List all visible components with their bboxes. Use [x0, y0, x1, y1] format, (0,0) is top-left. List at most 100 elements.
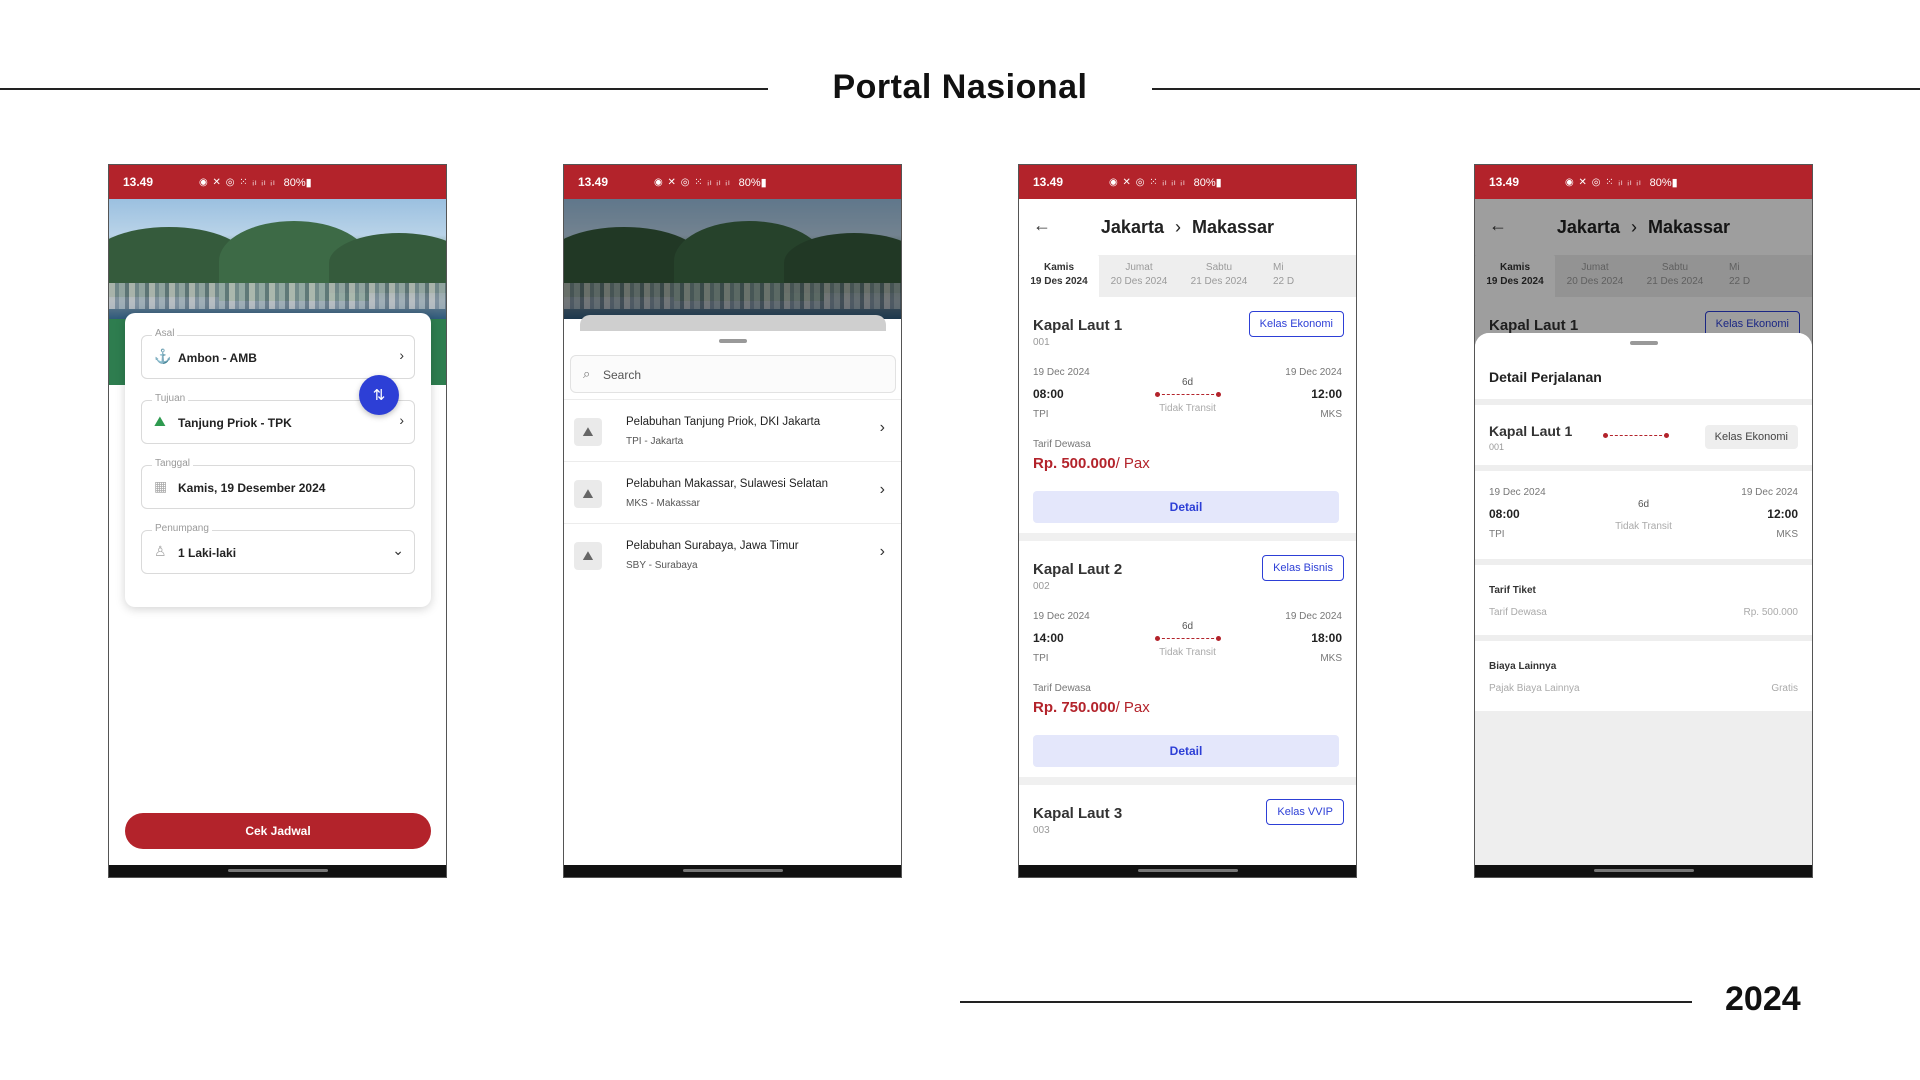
- phone-trip-detail: 13.49 ◉ ✕ ◎ ⁙ ᵢₗ ᵢₗ ᵢₗ 80%▮ ← Jakarta › …: [1474, 164, 1813, 878]
- arrival-port: MKS: [1320, 653, 1342, 664]
- price: Rp. 750.000/ Pax: [1033, 699, 1150, 716]
- port-list-item[interactable]: ⛰ Pelabuhan Makassar, Sulawesi Selatan M…: [564, 461, 901, 523]
- date-field[interactable]: Tanggal ▦ Kamis, 19 Desember 2024: [141, 458, 415, 509]
- route-line: [1155, 636, 1221, 641]
- year-line: [960, 1001, 1692, 1003]
- arrival-time: 12:00: [1311, 387, 1342, 401]
- ticket-fare-section: Tarif Tiket Tarif Dewasa Rp. 500.000: [1475, 565, 1812, 635]
- sheet-header: Detail Perjalanan: [1475, 333, 1812, 399]
- transit-info: Tidak Transit: [1159, 403, 1216, 414]
- other-fees-row-label: Pajak Biaya Lainnya: [1489, 683, 1580, 694]
- person-icon: ♙: [154, 543, 167, 559]
- tab-date[interactable]: Sabtu 21 Des 2024: [1179, 255, 1259, 297]
- fare-row-label: Tarif Dewasa: [1489, 607, 1547, 618]
- departure-port: TPI: [1033, 409, 1049, 420]
- status-icons: ◉ ✕ ◎ ⁙ ᵢₗ ᵢₗ ᵢₗ: [654, 176, 731, 188]
- status-time: 13.49: [123, 175, 154, 189]
- gesture-bar: [1475, 865, 1812, 877]
- chevron-right-icon: ›: [399, 347, 404, 363]
- port-icon: ⛰: [574, 480, 602, 508]
- detail-button[interactable]: Detail: [1033, 735, 1339, 767]
- tab-date[interactable]: Jumat 20 Des 2024: [1099, 255, 1179, 297]
- trip-card: Kapal Laut 2 002 Kelas Bisnis 19 Dec 202…: [1019, 541, 1356, 785]
- battery-indicator: 80%▮: [1193, 176, 1222, 189]
- check-schedule-button[interactable]: Cek Jadwal: [125, 813, 431, 849]
- other-fees-section: Biaya Lainnya Pajak Biaya Lainnya Gratis: [1475, 641, 1812, 711]
- tab-date[interactable]: Kamis 19 Des 2024: [1019, 255, 1099, 297]
- status-icons: ◉ ✕ ◎ ⁙ ᵢₗ ᵢₗ ᵢₗ: [1109, 176, 1186, 188]
- status-bar: 13.49 ◉ ✕ ◎ ⁙ ᵢₗ ᵢₗ ᵢₗ 80%▮: [109, 165, 446, 199]
- battery-indicator: 80%▮: [1649, 176, 1678, 189]
- trip-card: Kapal Laut 3 003 Kelas VVIP: [1019, 785, 1356, 865]
- chevron-right-icon: ›: [879, 419, 885, 436]
- port-list-item[interactable]: ⛰ Pelabuhan Tanjung Priok, DKI Jakarta T…: [564, 399, 901, 461]
- date-label: Tanggal: [152, 458, 194, 469]
- slide: Portal Nasional 2024 13.49 ◉ ✕ ◎ ⁙ ᵢₗ ᵢₗ…: [0, 0, 1920, 1080]
- status-time: 13.49: [578, 175, 609, 189]
- destination-value: Tanjung Priok - TPK: [178, 416, 292, 430]
- ship-code: 003: [1033, 825, 1050, 836]
- ship-name: Kapal Laut 1: [1033, 317, 1123, 334]
- gesture-bar: [1019, 865, 1356, 877]
- port-code: TPI - Jakarta: [626, 436, 684, 447]
- port-icon: ⛰: [574, 418, 602, 446]
- date-tabs: Kamis 19 Des 2024 Jumat 20 Des 2024 Sabtu 2…: [1019, 255, 1356, 297]
- port-list-item[interactable]: ⛰ Pelabuhan Surabaya, Jawa Timur SBY - S…: [564, 523, 901, 585]
- ship-name: Kapal Laut 2: [1033, 561, 1123, 578]
- departure-port: TPI: [1489, 529, 1505, 540]
- tab-date[interactable]: Mi 22 D: [1259, 255, 1299, 297]
- port-icon: ⛰: [154, 413, 166, 429]
- status-time: 13.49: [1033, 175, 1064, 189]
- arrival-port: MKS: [1320, 409, 1342, 420]
- sheet-handle[interactable]: [1629, 341, 1658, 345]
- chevron-right-icon: ›: [399, 412, 404, 428]
- passenger-label: Penumpang: [152, 523, 212, 534]
- detail-button[interactable]: Detail: [1033, 491, 1339, 523]
- status-icons: ◉ ✕ ◎ ⁙ ᵢₗ ᵢₗ ᵢₗ: [199, 176, 276, 188]
- chevron-right-icon: ›: [1174, 217, 1181, 237]
- chevron-down-icon: ⌄: [392, 542, 404, 558]
- trip-detail-sheet: Detail Perjalanan Kapal Laut 1 001 Kelas…: [1475, 333, 1812, 877]
- route-from: Jakarta: [1100, 217, 1164, 237]
- origin-label: Asal: [152, 328, 178, 339]
- duration: 6d: [1181, 621, 1194, 632]
- port-picker-sheet: ⌕ Search ⛰ Pelabuhan Tanjung Priok, DKI …: [564, 331, 901, 877]
- route-to: Makassar: [1192, 217, 1275, 237]
- transit-info: Tidak Transit: [1159, 647, 1216, 658]
- swap-route-button[interactable]: ⇅: [359, 375, 399, 415]
- price: Rp. 500.000/ Pax: [1033, 455, 1150, 472]
- ship-summary: Kapal Laut 1 001 Kelas Ekonomi: [1475, 405, 1812, 465]
- route-header: ← Jakarta › Makassar: [1019, 199, 1356, 255]
- calendar-icon: ▦: [154, 478, 168, 494]
- port-list: ⛰ Pelabuhan Tanjung Priok, DKI Jakarta T…: [564, 399, 901, 585]
- transit-info: Tidak Transit: [1615, 521, 1672, 532]
- class-badge: Kelas Ekonomi: [1248, 311, 1344, 337]
- other-fees-heading: Biaya Lainnya: [1489, 661, 1557, 672]
- passenger-field[interactable]: Penumpang ♙ 1 Laki-laki ⌄: [141, 523, 415, 574]
- ship-name: Kapal Laut 1: [1489, 423, 1573, 439]
- status-bar: 13.49 ◉ ✕ ◎ ⁙ ᵢₗ ᵢₗ ᵢₗ 80%▮: [1475, 165, 1812, 199]
- origin-field[interactable]: Asal ⚓ Ambon - AMB ›: [141, 328, 415, 379]
- date-value: Kamis, 19 Desember 2024: [178, 481, 326, 495]
- anchor-icon: ⚓: [154, 348, 172, 364]
- battery-indicator: 80%▮: [738, 176, 767, 189]
- origin-value: Ambon - AMB: [178, 351, 257, 365]
- search-input[interactable]: ⌕ Search: [570, 355, 896, 393]
- page-title: Portal Nasional: [832, 68, 1088, 106]
- search-placeholder: Search: [603, 368, 642, 382]
- swap-icon: ⇅: [372, 387, 386, 404]
- sheet-handle[interactable]: [718, 339, 747, 343]
- destination-label: Tujuan: [152, 393, 189, 404]
- search-icon: ⌕: [583, 366, 591, 381]
- passenger-value: 1 Laki-laki: [178, 546, 237, 560]
- departure-port: TPI: [1033, 653, 1049, 664]
- ship-code: 001: [1489, 442, 1505, 452]
- chevron-right-icon: ›: [879, 543, 885, 560]
- duration: 6d: [1181, 377, 1194, 388]
- schedule-summary: 19 Dec 2024 19 Dec 2024 6d 08:00 12:00 T…: [1475, 471, 1812, 559]
- phone-schedule-list: 13.49 ◉ ✕ ◎ ⁙ ᵢₗ ᵢₗ ᵢₗ 80%▮ ← Jakarta › …: [1018, 164, 1357, 878]
- chevron-right-icon: ›: [879, 481, 885, 498]
- port-name: Pelabuhan Tanjung Priok, DKI Jakarta: [626, 416, 821, 428]
- port-name: Pelabuhan Surabaya, Jawa Timur: [626, 540, 799, 552]
- class-badge: Kelas Ekonomi: [1704, 425, 1798, 449]
